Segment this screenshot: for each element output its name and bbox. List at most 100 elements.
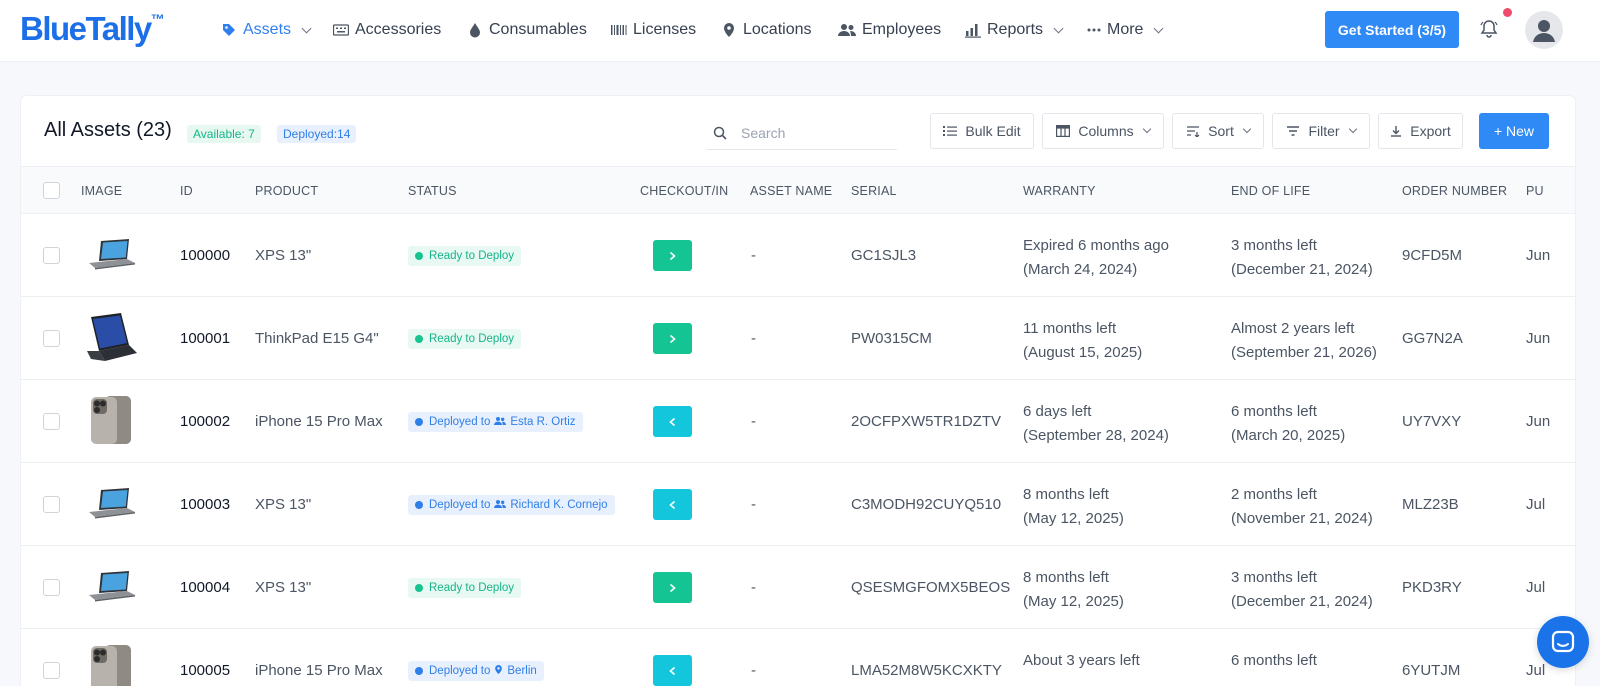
status-dot — [415, 501, 423, 509]
select-all-checkbox[interactable] — [43, 182, 60, 199]
col-asset-name[interactable]: Asset Name — [750, 184, 832, 198]
status-dot — [415, 335, 423, 343]
export-button[interactable]: Export — [1378, 113, 1463, 149]
col-warranty[interactable]: Warranty — [1023, 184, 1096, 198]
asset-id[interactable]: 100004 — [180, 579, 230, 596]
chevron-right-icon — [669, 583, 676, 592]
user-avatar[interactable] — [1525, 11, 1563, 49]
row-checkbox[interactable] — [43, 662, 60, 679]
sort-label: Sort — [1208, 123, 1234, 139]
page-title: All Assets (23) — [44, 119, 172, 141]
asset-image — [83, 311, 141, 367]
warranty-relative: 8 months left — [1023, 486, 1109, 503]
checkin-button[interactable] — [653, 655, 692, 686]
columns-button[interactable]: Columns — [1042, 113, 1164, 149]
asset-order-number: PKD3RY — [1402, 579, 1462, 596]
status-label: Ready to Deploy — [429, 250, 515, 262]
asset-id[interactable]: 100005 — [180, 662, 230, 679]
asset-product[interactable]: XPS 13" — [255, 496, 311, 513]
warranty-relative: 11 months left — [1023, 320, 1117, 337]
nav-assets[interactable]: Assets — [221, 18, 312, 42]
row-checkbox[interactable] — [43, 496, 60, 513]
chevron-down-icon — [1242, 124, 1252, 134]
nav-reports[interactable]: Reports — [965, 18, 1064, 42]
nav-consumables[interactable]: Consumables — [467, 18, 587, 42]
col-purchase[interactable]: Pu — [1526, 184, 1544, 198]
asset-id[interactable]: 100002 — [180, 413, 230, 430]
checkin-button[interactable] — [653, 489, 692, 520]
col-serial[interactable]: Serial — [851, 184, 897, 198]
bar-chart-icon — [965, 24, 981, 38]
eol-date: (December 21, 2024) — [1231, 593, 1373, 610]
asset-product[interactable]: ThinkPad E15 G4" — [255, 330, 379, 347]
checkout-button[interactable] — [653, 572, 692, 603]
nav-employees[interactable]: Employees — [838, 18, 941, 42]
table-row[interactable]: 100005 iPhone 15 Pro Max Deployed to Berlin… — [21, 629, 1575, 686]
asset-name: - — [751, 330, 756, 347]
map-pin-icon — [724, 23, 734, 37]
search-input[interactable] — [741, 124, 891, 141]
nav-accessories[interactable]: Accessories — [333, 18, 441, 42]
status-dot — [415, 667, 423, 675]
asset-id[interactable]: 100000 — [180, 247, 230, 264]
columns-label: Columns — [1078, 123, 1134, 139]
chevron-left-icon — [669, 417, 676, 426]
asset-id[interactable]: 100003 — [180, 496, 230, 513]
asset-serial: PW0315CM — [851, 330, 932, 347]
table-row[interactable]: 100000 XPS 13" Ready to Deploy - GC1SJL3 Expi… — [21, 214, 1575, 297]
asset-end-of-life: 3 months left (December 21, 2024) — [1231, 234, 1373, 282]
bell-icon[interactable] — [1479, 19, 1499, 39]
asset-name: - — [751, 662, 756, 679]
warranty-relative: Expired 6 months ago — [1023, 237, 1169, 254]
chat-button[interactable] — [1537, 616, 1589, 668]
status-target[interactable]: Berlin — [507, 665, 536, 677]
col-id[interactable]: ID — [180, 184, 193, 198]
asset-serial: GC1SJL3 — [851, 247, 917, 264]
checkout-button[interactable] — [653, 240, 692, 271]
asset-end-of-life: 2 months left (November 21, 2024) — [1231, 483, 1373, 531]
filter-button[interactable]: Filter — [1272, 113, 1370, 149]
nav-locations[interactable]: Locations — [721, 18, 812, 42]
checkin-button[interactable] — [653, 406, 692, 437]
row-checkbox[interactable] — [43, 413, 60, 430]
nav-more[interactable]: More — [1087, 18, 1164, 42]
status-badge: Deployed to Richard K. Cornejo — [408, 495, 615, 515]
asset-product[interactable]: XPS 13" — [255, 247, 311, 264]
bulk-edit-button[interactable]: Bulk Edit — [930, 113, 1034, 149]
asset-product[interactable]: XPS 13" — [255, 579, 311, 596]
sort-button[interactable]: Sort — [1172, 113, 1264, 149]
row-checkbox[interactable] — [43, 247, 60, 264]
col-checkout[interactable]: Checkout/In — [640, 184, 728, 198]
table-row[interactable]: 100002 iPhone 15 Pro Max Deployed to Esta R… — [21, 380, 1575, 463]
nav-label: Reports — [987, 21, 1044, 38]
get-started-button[interactable]: Get Started (3/5) — [1325, 11, 1459, 48]
row-checkbox[interactable] — [43, 330, 60, 347]
warranty-date: (May 12, 2025) — [1023, 510, 1124, 527]
dots-icon — [1087, 28, 1101, 32]
available-badge: Available: 7 — [187, 125, 261, 143]
col-status[interactable]: Status — [408, 184, 457, 198]
row-checkbox[interactable] — [43, 579, 60, 596]
checkout-button[interactable] — [653, 323, 692, 354]
status-target[interactable]: Richard K. Cornejo — [510, 499, 607, 511]
table-row[interactable]: 100001 ThinkPad E15 G4" Ready to Deploy - PW… — [21, 297, 1575, 380]
col-product[interactable]: Product — [255, 184, 318, 198]
status-target[interactable]: Esta R. Ortiz — [510, 416, 575, 428]
brand-logo[interactable]: BlueTally™ — [20, 10, 165, 48]
col-order-number[interactable]: Order Number — [1402, 184, 1507, 198]
barcode-icon — [611, 25, 627, 35]
filter-icon — [1287, 126, 1300, 136]
user-icon — [1533, 20, 1555, 42]
nav-licenses[interactable]: Licenses — [611, 18, 696, 42]
col-end-of-life[interactable]: End of Life — [1231, 184, 1310, 198]
asset-product[interactable]: iPhone 15 Pro Max — [255, 413, 383, 430]
users-icon — [838, 24, 856, 36]
table-row[interactable]: 100003 XPS 13" Deployed to Richard K. Corne… — [21, 463, 1575, 546]
asset-id[interactable]: 100001 — [180, 330, 230, 347]
table-row[interactable]: 100004 XPS 13" Ready to Deploy - QSESMGFOMX5… — [21, 546, 1575, 629]
new-asset-button[interactable]: + New — [1479, 113, 1549, 149]
asset-end-of-life: Almost 2 years left (September 21, 2026) — [1231, 317, 1377, 365]
asset-serial: QSESMGFOMX5BEOS — [851, 579, 1011, 596]
col-image[interactable]: Image — [81, 184, 122, 198]
asset-product[interactable]: iPhone 15 Pro Max — [255, 662, 383, 679]
